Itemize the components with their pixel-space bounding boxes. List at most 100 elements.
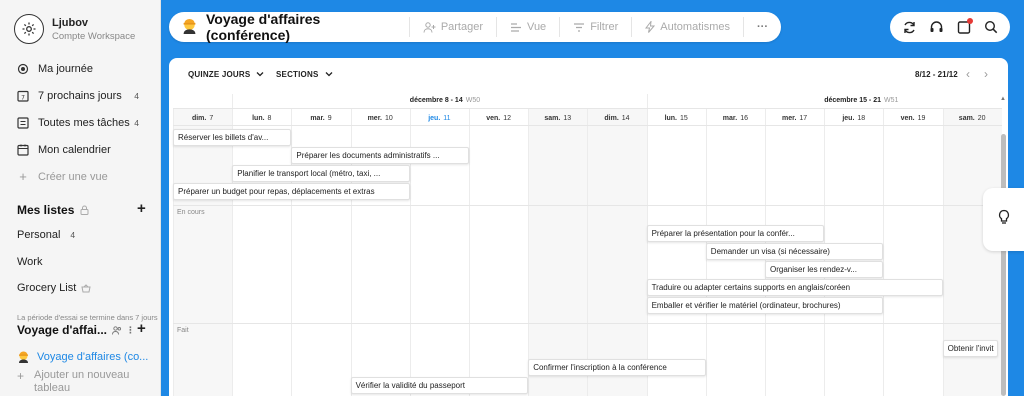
day-name: mer. bbox=[367, 114, 382, 122]
board-item-active[interactable]: Voyage d'affaires (co... bbox=[17, 350, 148, 363]
sidebar-item-label: Ma journée bbox=[38, 62, 94, 75]
sidebar-item-all-tasks[interactable]: Toutes mes tâches 4 bbox=[0, 109, 161, 136]
chevron-right-icon[interactable]: › bbox=[984, 67, 988, 81]
sidebar-item-my-calendar[interactable]: Mon calendrier bbox=[0, 136, 161, 163]
filter-button[interactable]: Filtrer bbox=[560, 17, 633, 37]
task-card[interactable]: Confirmer l'inscription à la conférence bbox=[528, 359, 706, 376]
profile-name: Ljubov bbox=[52, 16, 89, 29]
list-item-personal[interactable]: Personal 4 bbox=[17, 229, 75, 241]
day-label: lun. 15 bbox=[647, 110, 706, 126]
week-header: décembre 8 - 14 W50 bbox=[410, 97, 647, 108]
task-card[interactable]: Réserver les billets d'av... bbox=[173, 129, 292, 146]
chevron-left-icon[interactable]: ‹ bbox=[966, 67, 970, 81]
day-name: lun. bbox=[252, 114, 265, 122]
more-button[interactable]: ··· bbox=[744, 17, 781, 37]
day-label: sam. 13 bbox=[528, 110, 587, 126]
task-card[interactable]: Préparer les documents administratifs ..… bbox=[291, 147, 469, 164]
day-number: 17 bbox=[799, 114, 808, 122]
day-number: 8 bbox=[267, 114, 272, 122]
day-name: ven. bbox=[486, 114, 501, 122]
day-number: 16 bbox=[740, 114, 748, 122]
list-icon bbox=[17, 116, 29, 129]
tips-button[interactable] bbox=[983, 188, 1024, 251]
task-card[interactable]: Obtenir l'invit bbox=[942, 340, 998, 357]
search-icon[interactable] bbox=[982, 18, 1000, 36]
day-label: jeu. 18 bbox=[824, 110, 883, 126]
day-column bbox=[587, 108, 647, 396]
list-item-work[interactable]: Work bbox=[17, 256, 42, 268]
group-label: Fait bbox=[177, 327, 189, 334]
automations-button[interactable]: Automatismes bbox=[632, 17, 744, 37]
grid-line bbox=[173, 108, 1002, 109]
task-card[interactable]: Vérifier la validité du passeport bbox=[350, 377, 529, 394]
share-button[interactable]: Partager bbox=[410, 17, 498, 37]
day-number: 10 bbox=[384, 114, 393, 122]
add-list-button[interactable]: + bbox=[137, 200, 146, 217]
lock-icon bbox=[80, 205, 89, 215]
week-divider bbox=[232, 94, 234, 108]
notification-icon[interactable] bbox=[955, 18, 973, 36]
day-label: mar. 9 bbox=[291, 110, 350, 126]
task-card[interactable]: Préparer la présentation pour la confér.… bbox=[646, 225, 825, 242]
day-number: 18 bbox=[857, 114, 866, 122]
board-title[interactable]: Voyage d'affaires (conférence) bbox=[169, 11, 410, 43]
task-card[interactable]: Traduire ou adapter certains supports en… bbox=[646, 279, 943, 296]
view-button[interactable]: Vue bbox=[497, 17, 561, 37]
day-column bbox=[646, 108, 706, 396]
task-card[interactable]: Préparer un budget pour repas, déplaceme… bbox=[173, 183, 410, 200]
sidebar-item-count: 4 bbox=[134, 90, 139, 101]
sidebar-item-label: Toutes mes tâches bbox=[38, 116, 130, 129]
day-name: lun. bbox=[664, 114, 678, 122]
week-divider bbox=[646, 94, 648, 108]
day-number: 20 bbox=[977, 114, 986, 122]
sidebar-item-next-7-days[interactable]: 7 7 prochains jours 4 bbox=[0, 82, 161, 109]
gear-icon[interactable] bbox=[14, 14, 44, 44]
day-label: mar. 16 bbox=[706, 110, 765, 126]
group-divider bbox=[173, 205, 1002, 206]
day-name: mer. bbox=[781, 114, 797, 122]
sidebar: Ljubov Compte Workspace Ma journée 7 7 p… bbox=[0, 0, 161, 396]
day-number: 13 bbox=[563, 114, 572, 122]
day-name: dim. bbox=[191, 114, 207, 122]
sidebar-item-my-day[interactable]: Ma journée bbox=[0, 55, 161, 82]
day-name: sam. bbox=[544, 114, 561, 122]
add-board-button[interactable]: + bbox=[137, 320, 146, 337]
day-label: sam. 20 bbox=[943, 110, 1002, 126]
scroll-up-icon[interactable]: ▲ bbox=[1000, 96, 1006, 102]
week-number: W50 bbox=[465, 97, 481, 104]
group-divider bbox=[173, 323, 1002, 324]
headset-icon[interactable] bbox=[928, 18, 946, 36]
task-card[interactable]: Planifier le transport local (métro, tax… bbox=[232, 165, 410, 182]
sidebar-item-label: Créer une vue bbox=[38, 170, 108, 183]
more-vertical-icon[interactable]: ⋮ bbox=[126, 325, 135, 336]
sync-icon[interactable] bbox=[901, 18, 919, 36]
day-number: 14 bbox=[621, 114, 630, 122]
task-card[interactable]: Demander un visa (si nécessaire) bbox=[705, 243, 884, 260]
period-dropdown[interactable]: QUINZE JOURS bbox=[188, 70, 264, 79]
sections-dropdown[interactable]: SECTIONS bbox=[276, 70, 333, 79]
day-label: mer. 17 bbox=[765, 110, 824, 126]
plus-icon: + bbox=[17, 369, 25, 383]
plus-icon: + bbox=[19, 169, 27, 184]
profile[interactable]: Ljubov Compte Workspace bbox=[14, 14, 135, 44]
week-number: W51 bbox=[884, 97, 899, 104]
list-item-grocery[interactable]: Grocery List bbox=[17, 282, 91, 294]
day-number: 7 bbox=[209, 114, 214, 122]
scrollbar-thumb[interactable] bbox=[1001, 134, 1006, 396]
sidebar-item-create-view[interactable]: + Créer une vue bbox=[0, 163, 161, 190]
filter-icon bbox=[573, 22, 585, 33]
board-toolbar: Voyage d'affaires (conférence) Partager … bbox=[169, 11, 781, 43]
task-card[interactable]: Organiser les rendez-v... bbox=[765, 261, 884, 278]
task-card[interactable]: Emballer et vérifier le matériel (ordina… bbox=[646, 297, 884, 314]
day-number: 12 bbox=[503, 114, 511, 122]
basket-icon bbox=[81, 283, 91, 293]
profile-subtitle: Compte Workspace bbox=[52, 30, 136, 42]
lightning-icon bbox=[645, 21, 656, 33]
boards-heading: Voyage d'affai... ⋮ bbox=[17, 323, 135, 337]
day-number: 9 bbox=[327, 114, 332, 122]
day-column bbox=[232, 108, 291, 396]
add-board-item[interactable]: + Ajouter un nouveau tableau bbox=[17, 369, 134, 395]
day-label: lun. 8 bbox=[232, 110, 291, 126]
worker-emoji-icon bbox=[181, 17, 198, 37]
sidebar-item-count: 4 bbox=[134, 117, 139, 128]
